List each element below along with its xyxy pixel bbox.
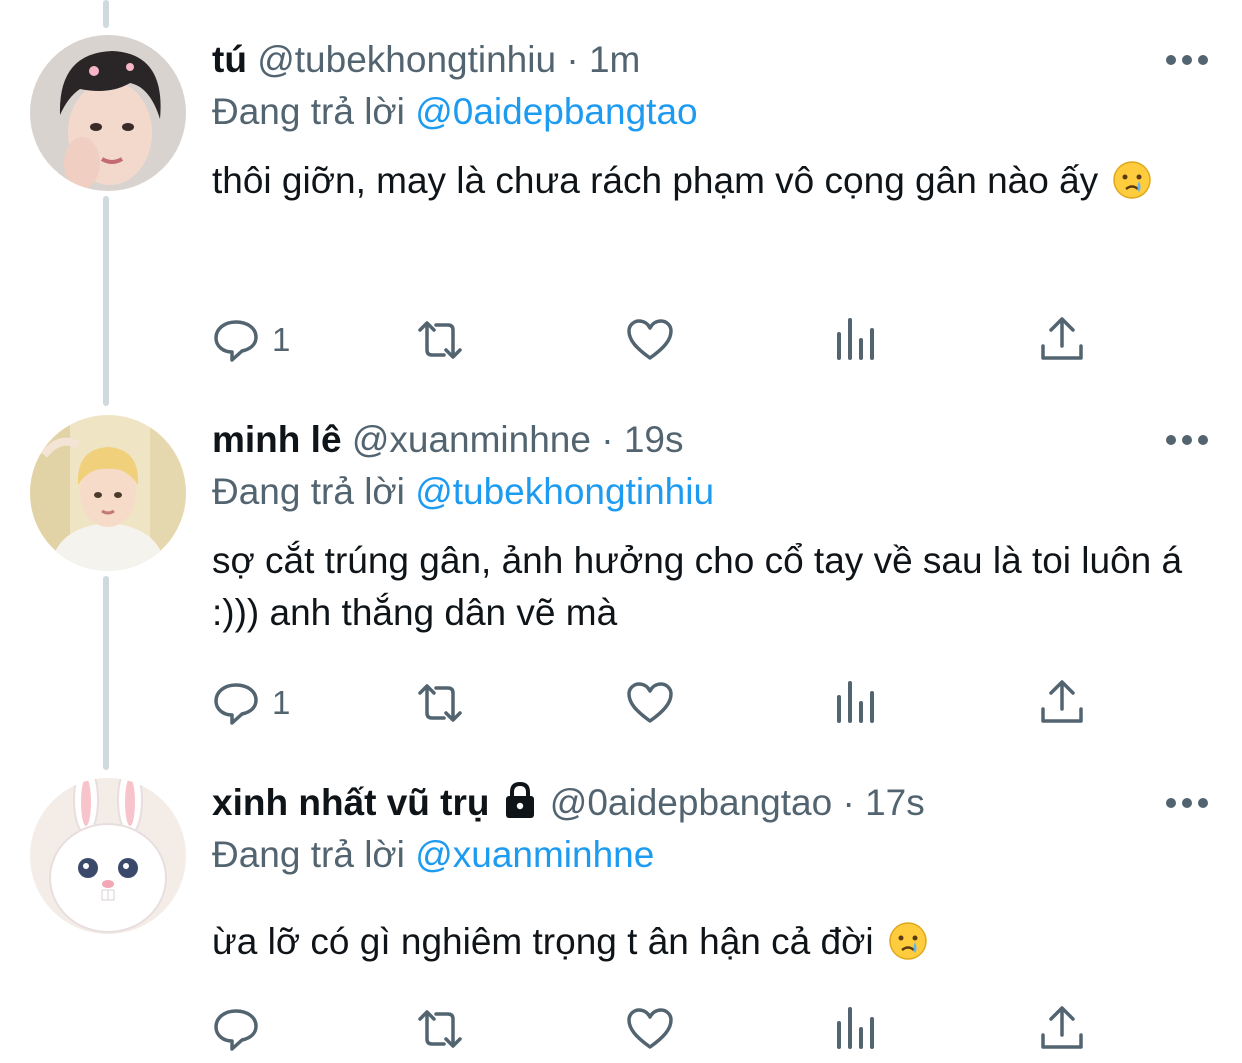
retweet-icon <box>418 321 462 359</box>
tweet-body: sợ cắt trúng gân, ảnh hưởng cho cổ tay v… <box>212 540 1183 633</box>
separator: · <box>842 782 855 823</box>
display-name[interactable]: minh lê <box>212 419 342 460</box>
separator: · <box>566 39 579 80</box>
user-handle[interactable]: @0aidepbangtao <box>550 782 832 823</box>
analytics-icon <box>837 681 874 723</box>
share-icon <box>1041 317 1083 360</box>
tweet[interactable]: minh lê @xuanminhne · 19s Đang trả lời @… <box>0 415 1242 745</box>
tweet-header: xinh nhất vũ trụ @0aidepbangtao · 17s <box>212 778 1242 828</box>
display-name[interactable]: xinh nhất vũ trụ <box>212 782 490 823</box>
like-button[interactable] <box>626 678 674 728</box>
tweet[interactable]: tú @tubekhongtinhiu · 1m Đang trả lời @0… <box>0 35 1242 380</box>
analytics-icon <box>837 1007 874 1049</box>
analytics-icon <box>837 318 874 360</box>
avatar[interactable] <box>30 778 186 934</box>
analytics-button[interactable] <box>832 1004 880 1054</box>
timestamp[interactable]: 17s <box>865 782 925 823</box>
like-icon <box>627 1008 673 1049</box>
tweet-body: ừa lỡ có gì nghiêm trọng t ân hận cả đời <box>212 921 874 962</box>
tweet-actions: 1 <box>212 315 1112 365</box>
reply-icon <box>214 683 258 725</box>
mention-link[interactable]: @xuanminhne <box>415 834 654 875</box>
like-button[interactable] <box>626 315 674 365</box>
more-icon[interactable] <box>1162 423 1212 457</box>
retweet-button[interactable] <box>416 1004 464 1054</box>
share-button[interactable] <box>1038 315 1086 365</box>
reply-count: 1 <box>272 684 291 721</box>
tweet-text: ừa lỡ có gì nghiêm trọng t ân hận cả đời <box>212 914 1202 970</box>
reply-button[interactable]: 1 <box>212 315 290 365</box>
share-icon <box>1041 680 1083 723</box>
display-name[interactable]: tú <box>212 39 247 80</box>
retweet-button[interactable] <box>416 315 464 365</box>
thread-line-upper <box>103 0 109 28</box>
timestamp[interactable]: 1m <box>589 39 640 80</box>
reply-button[interactable] <box>212 1004 272 1054</box>
analytics-button[interactable] <box>832 315 880 365</box>
avatar[interactable] <box>30 415 186 571</box>
replying-label: Đang trả lời <box>212 471 405 512</box>
mention-link[interactable]: @0aidepbangtao <box>415 91 697 132</box>
retweet-button[interactable] <box>416 678 464 728</box>
tweet-text: thôi giỡn, may là chưa rách phạm vô cọng… <box>212 153 1202 209</box>
analytics-button[interactable] <box>832 678 880 728</box>
tweet-text: sợ cắt trúng gân, ảnh hưởng cho cổ tay v… <box>212 535 1202 639</box>
mention-link[interactable]: @tubekhongtinhiu <box>415 471 714 512</box>
share-icon <box>1041 1006 1083 1049</box>
retweet-icon <box>418 684 462 722</box>
like-button[interactable] <box>626 1004 674 1054</box>
tweet-body: thôi giỡn, may là chưa rách phạm vô cọng… <box>212 160 1099 201</box>
more-icon[interactable] <box>1162 786 1212 820</box>
tweet-header: tú @tubekhongtinhiu · 1m <box>212 35 1242 85</box>
crying-face-emoji <box>1113 161 1152 199</box>
like-icon <box>627 319 673 360</box>
reply-icon <box>214 320 258 362</box>
replying-to: Đang trả lời @0aidepbangtao <box>212 87 698 137</box>
crying-face-emoji <box>889 922 927 960</box>
retweet-icon <box>418 1010 462 1048</box>
reply-count: 1 <box>272 321 291 358</box>
reply-icon <box>214 1009 258 1051</box>
replying-label: Đang trả lời <box>212 91 405 132</box>
replying-to: Đang trả lời @xuanminhne <box>212 830 654 880</box>
tweet-actions: 1 <box>212 678 1112 728</box>
share-button[interactable] <box>1038 678 1086 728</box>
timestamp[interactable]: 19s <box>624 419 684 460</box>
tweet[interactable]: xinh nhất vũ trụ @0aidepbangtao · 17s Đa… <box>0 778 1242 1063</box>
tweet-actions <box>212 1004 1112 1054</box>
lock-icon <box>505 781 534 818</box>
like-icon <box>627 682 673 723</box>
user-handle[interactable]: @tubekhongtinhiu <box>257 39 556 80</box>
user-handle[interactable]: @xuanminhne <box>352 419 591 460</box>
replying-label: Đang trả lời <box>212 834 405 875</box>
reply-button[interactable]: 1 <box>212 678 290 728</box>
avatar[interactable] <box>30 35 186 191</box>
replying-to: Đang trả lời @tubekhongtinhiu <box>212 467 714 517</box>
tweet-header: minh lê @xuanminhne · 19s <box>212 415 1242 465</box>
separator: · <box>601 419 614 460</box>
more-icon[interactable] <box>1162 43 1212 77</box>
share-button[interactable] <box>1038 1004 1086 1054</box>
